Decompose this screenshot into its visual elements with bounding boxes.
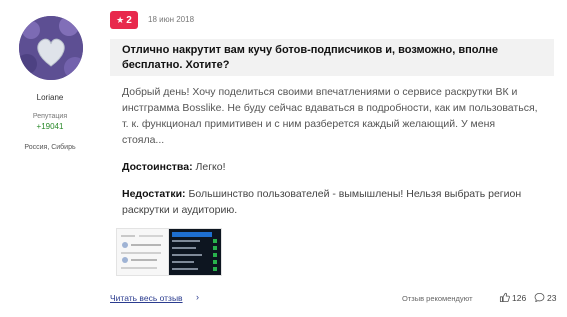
thumbs-up-icon <box>499 292 510 303</box>
rating-badge: ★ 2 <box>110 11 138 29</box>
review-image-thumbnail[interactable] <box>116 228 170 276</box>
review-text: Добрый день! Хочу поделиться своими впеч… <box>122 86 538 146</box>
review-card: Loriane Репутация +19041 Россия, Сибирь … <box>0 0 567 317</box>
pros-label: Достоинства: <box>122 161 193 173</box>
star-icon: ★ <box>116 14 125 25</box>
pros: Достоинства: Легко! <box>122 159 226 175</box>
chevron-right-icon: › <box>196 292 199 302</box>
review-title-box: Отлично накрутит вам кучу ботов-подписчи… <box>110 39 554 76</box>
avatar-image <box>19 16 83 80</box>
username[interactable]: Loriane <box>0 93 100 102</box>
comments-count: 23 <box>547 292 557 303</box>
cons: Недостатки: Большинство пользователей - … <box>122 186 540 218</box>
review-title-line-1: Отлично накрутит вам кучу ботов-подписчи… <box>122 44 498 56</box>
pros-value: Легко! <box>195 161 226 173</box>
user-panel: Loriane Репутация +19041 Россия, Сибирь <box>0 0 100 317</box>
thumbnail-1-preview <box>117 229 169 275</box>
review-image-thumbnail[interactable] <box>168 228 222 276</box>
comments-button[interactable]: 23 <box>534 292 556 303</box>
cons-label: Недостатки: <box>122 188 186 200</box>
rating-value: 2 <box>126 14 132 26</box>
review-title[interactable]: Отлично накрутит вам кучу ботов-подписчи… <box>122 43 542 73</box>
recommend-label: Отзыв рекомендуют <box>402 294 473 303</box>
read-full-review-link[interactable]: Читать весь отзыв <box>110 293 183 303</box>
reputation-label: Репутация <box>32 113 68 120</box>
likes-count: 126 <box>512 292 527 303</box>
like-button[interactable]: 126 <box>499 292 526 303</box>
user-location: Россия, Сибирь <box>24 144 76 151</box>
thumbnail-2-preview <box>169 229 221 275</box>
reputation-value: +19041 <box>36 122 64 131</box>
review-title-line-2: бесплатно. Хотите? <box>122 59 230 71</box>
comment-icon <box>534 292 545 303</box>
avatar[interactable] <box>19 16 83 80</box>
review-date: 18 июн 2018 <box>148 15 195 24</box>
